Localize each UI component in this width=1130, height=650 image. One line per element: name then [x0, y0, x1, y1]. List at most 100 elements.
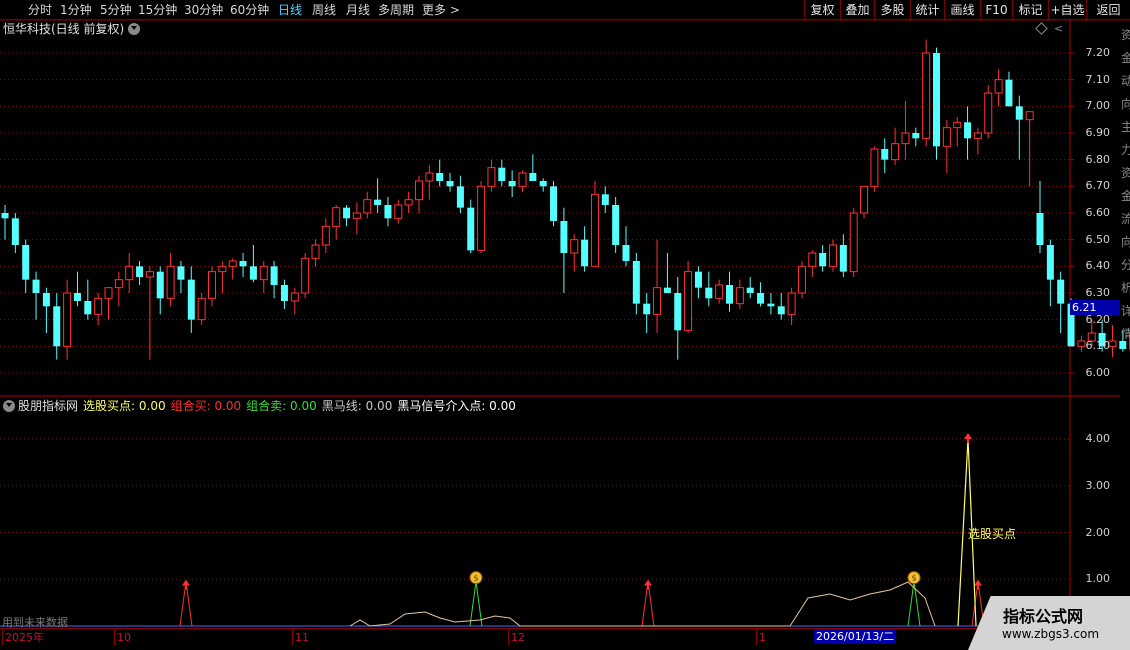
candle-up [145, 271, 154, 278]
candle-down [881, 149, 889, 160]
side-panel-char: 力 [1121, 143, 1130, 157]
candle-down [529, 173, 537, 181]
candle-up [715, 284, 724, 299]
candle-up [114, 279, 123, 289]
side-panel-char: 析 [1121, 281, 1130, 295]
indicator-field: 组合买: 0.00 [170, 399, 242, 413]
selected-date: 2026/01/13/二 [814, 629, 897, 644]
candle-up [487, 167, 496, 187]
money-bag-symbol: $ [912, 574, 917, 583]
candle-up [891, 143, 900, 161]
candle-down [839, 245, 847, 272]
price-label: 6.90 [1085, 126, 1111, 139]
candle-up [1077, 340, 1086, 347]
candle-up [197, 297, 206, 321]
candle-down [757, 293, 765, 304]
candle-down [601, 194, 609, 205]
date-axis: 2025年 10 11 12 1 [0, 628, 1070, 645]
price-label: 6.10 [1085, 339, 1111, 353]
chart-canvas: $ $ [0, 19, 1130, 645]
candle-down [156, 271, 164, 299]
candle-up [942, 127, 951, 147]
candle-down [933, 53, 940, 147]
candle-up [311, 244, 320, 259]
candle-up [125, 265, 134, 281]
candle-up [849, 212, 858, 273]
candle-down [1046, 245, 1054, 280]
price-label: 7.20 [1085, 46, 1111, 59]
side-panel-strip[interactable]: 资金动向主力资金流向分析详情 [1120, 20, 1130, 630]
candle-up [394, 204, 403, 219]
candle-up [208, 271, 216, 299]
price-label: 6.70 [1085, 179, 1111, 193]
candle-down [446, 181, 454, 187]
price-label: 6.30 [1085, 286, 1111, 299]
candle-down [1057, 279, 1065, 304]
candle-down [498, 167, 506, 181]
candle-up [290, 292, 299, 302]
candle-up [518, 172, 527, 187]
candle-down [187, 279, 195, 320]
candle-down [374, 199, 382, 205]
date-label: 12 [508, 630, 525, 645]
candle-down [456, 186, 464, 208]
candle-down [136, 266, 144, 277]
candle-down [1036, 213, 1044, 245]
candle-up [404, 199, 413, 206]
candle-up [973, 132, 982, 139]
candle-up [860, 185, 869, 214]
date-label: 10 [114, 630, 131, 645]
candle-up [953, 121, 962, 129]
indicator-name: 股朋指标网 [18, 399, 79, 413]
date-label: 11 [292, 630, 309, 645]
side-panel-char: 流 [1121, 212, 1130, 226]
indicator-dropdown-icon[interactable] [3, 400, 15, 412]
candle-down [643, 303, 651, 315]
side-panel-char: 向 [1121, 97, 1130, 111]
candle-up [218, 265, 227, 273]
candle-down [539, 181, 547, 187]
price-label: 6.40 [1085, 259, 1111, 273]
candle-up [63, 292, 72, 347]
price-label: 7.10 [1085, 72, 1111, 86]
candle-down [280, 285, 288, 301]
candle-down [249, 266, 257, 280]
candle-up [829, 244, 837, 267]
candle-down [1, 213, 9, 219]
candle-up [332, 207, 341, 227]
candle-down [270, 266, 278, 285]
candle-down [177, 266, 185, 280]
candle-down [632, 261, 640, 304]
candle-down [560, 221, 568, 253]
candle-down [694, 271, 702, 288]
candle-down [343, 207, 351, 219]
price-label: 6.00 [1085, 366, 1111, 379]
money-bag-symbol: $ [474, 574, 479, 583]
candle-up [808, 252, 817, 267]
candle-down [550, 186, 558, 221]
watermark-title: 指标公式网 [1003, 607, 1084, 626]
buy-point-annotation: 选股买点 [968, 527, 1017, 541]
side-panel-char: 资 [1121, 28, 1130, 42]
candle-up [797, 265, 806, 294]
indicator-field: 组合卖: 0.00 [246, 399, 317, 413]
candle-up [477, 185, 486, 251]
candle-up [901, 132, 910, 145]
candle-down [22, 245, 30, 280]
candle-down [467, 207, 475, 251]
candle-down [746, 287, 754, 293]
side-panel-char: 资 [1121, 166, 1130, 180]
candle-up [735, 287, 744, 305]
indicator-header: 股朋指标网 选股买点: 0.00 组合买: 0.00 组合卖: 0.00 黑马线: 0.… [3, 398, 526, 414]
candle-up [321, 225, 330, 246]
candle-down [239, 261, 247, 267]
side-panel-char: 金 [1121, 51, 1130, 65]
side-panel-char: 金 [1121, 189, 1130, 203]
candle-up [425, 172, 434, 182]
indicator-field: 选股买点: 0.00 [83, 399, 166, 413]
candle-down [767, 303, 775, 307]
candle-down [384, 205, 392, 219]
candle-down [581, 239, 589, 267]
candle-down [726, 285, 733, 304]
candle-up [166, 265, 175, 299]
